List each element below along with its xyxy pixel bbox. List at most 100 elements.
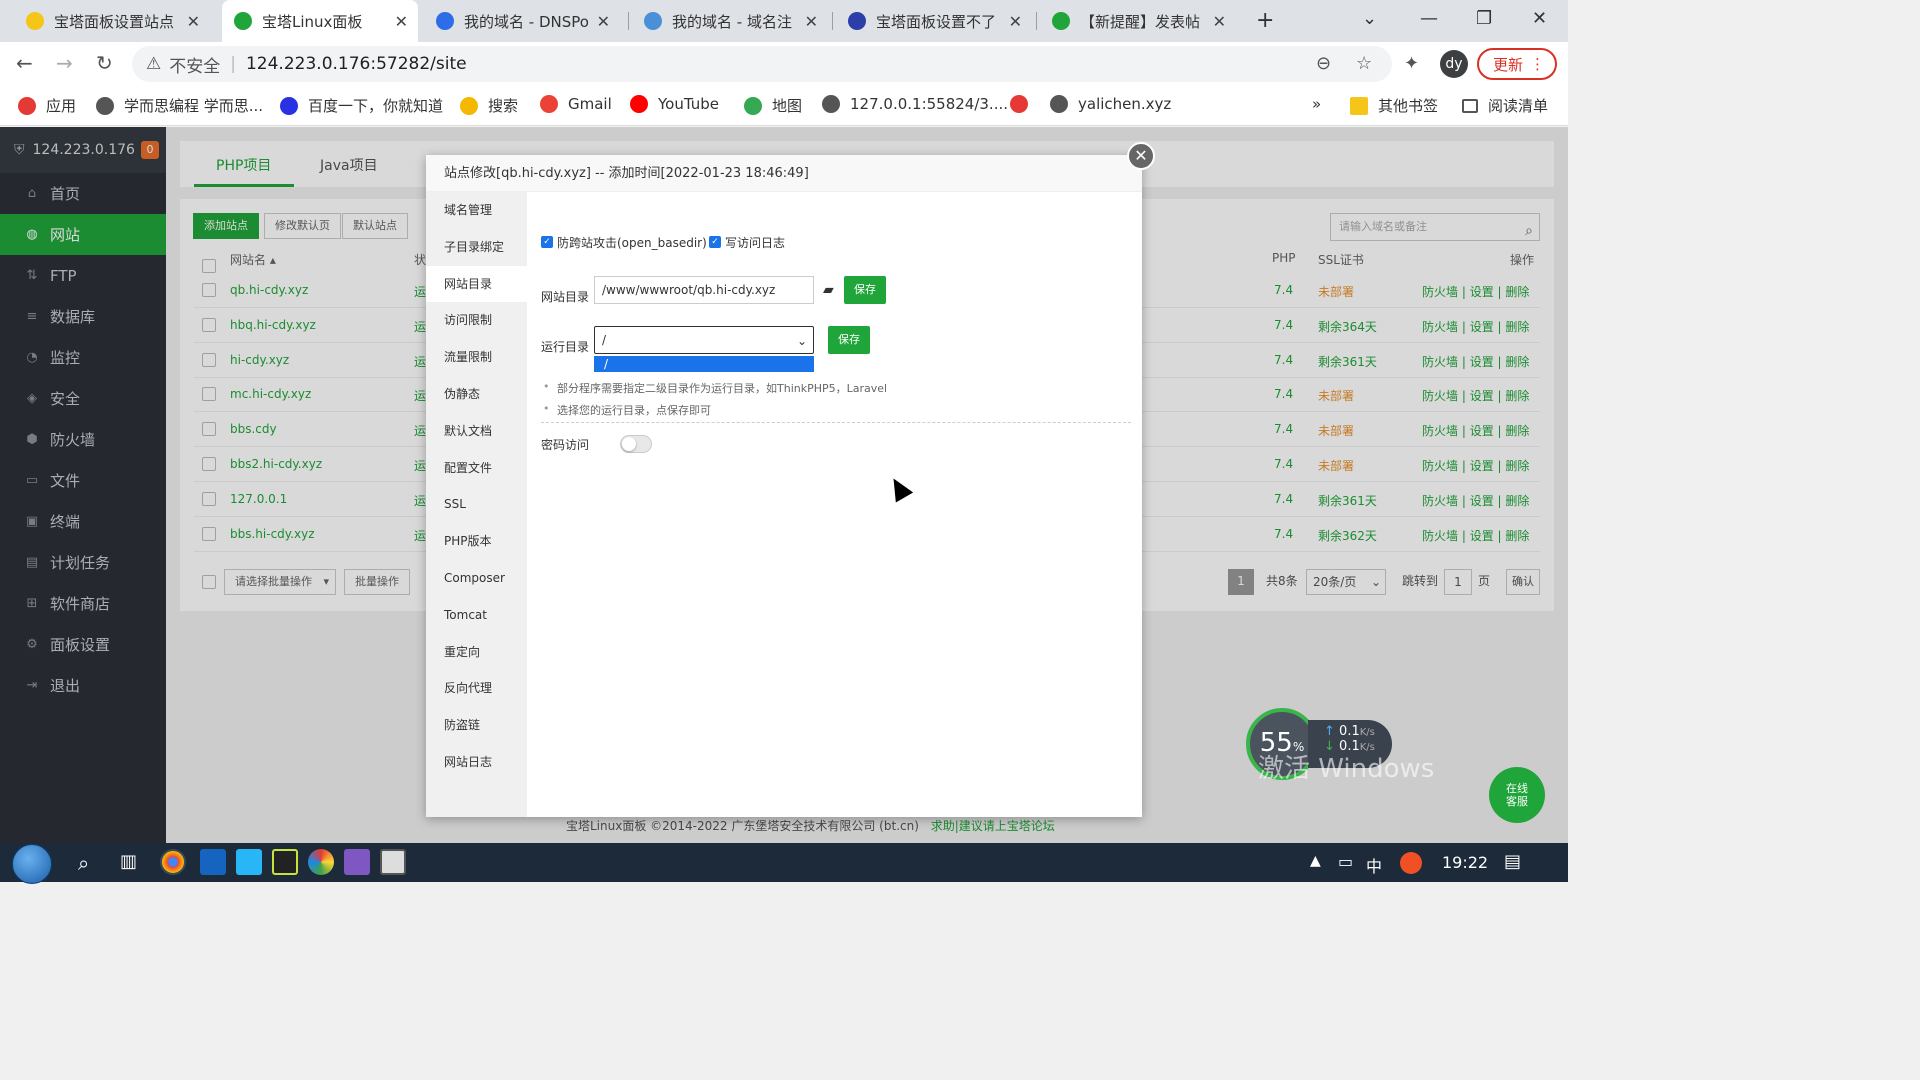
bookmark-item[interactable]: yalichen.xyz xyxy=(1050,95,1171,113)
minimize-icon[interactable]: — xyxy=(1420,8,1438,29)
anti-xss-checkbox[interactable]: ✓ xyxy=(541,236,553,248)
zoom-icon[interactable]: ⊖ xyxy=(1316,53,1331,74)
globe-icon xyxy=(822,95,840,113)
run-dir-option[interactable]: / xyxy=(594,356,814,372)
upload-speed: 0.1 xyxy=(1339,724,1360,739)
bookmark-item[interactable]: 地图 xyxy=(744,95,802,116)
app-icon-3[interactable] xyxy=(308,849,334,875)
bookmark-item[interactable]: 搜索 xyxy=(460,95,518,116)
7zip-app-icon[interactable] xyxy=(380,849,406,875)
warning-icon: ⚠ xyxy=(146,54,162,74)
app-icon-1[interactable] xyxy=(200,849,226,875)
dialog-menu-item[interactable]: 访问限制 xyxy=(426,302,527,339)
browser-tab[interactable]: 【新提醒】发表帖 ✕ xyxy=(1040,0,1236,42)
reload-icon[interactable]: ↻ xyxy=(96,51,113,75)
dialog-menu-item[interactable]: Composer xyxy=(426,560,527,597)
bookmark-label: yalichen.xyz xyxy=(1078,95,1172,113)
tab-close-icon[interactable]: ✕ xyxy=(187,12,200,31)
dialog-menu-item[interactable]: 子目录绑定 xyxy=(426,229,527,266)
globe-icon xyxy=(1050,95,1068,113)
browser-tab[interactable]: 宝塔Linux面板 ✕ xyxy=(222,0,418,42)
app-icon-2[interactable] xyxy=(236,849,262,875)
profile-avatar[interactable]: dy xyxy=(1440,50,1468,78)
dialog-body: ✓ 防跨站攻击(open_basedir) ✓ 写访问日志 网站目录 /www/… xyxy=(527,192,1142,817)
browser-tab[interactable]: 宝塔面板设置站点 ✕ xyxy=(14,0,210,42)
online-support-button[interactable]: 在线 客服 xyxy=(1489,767,1545,823)
back-icon[interactable]: ← xyxy=(16,51,33,75)
browser-tab[interactable]: 宝塔面板设置不了 ✕ xyxy=(836,0,1032,42)
bookmark-item[interactable]: Gmail xyxy=(540,95,612,113)
dialog-menu-item[interactable]: 防盗链 xyxy=(426,707,527,744)
site-dir-save-button[interactable]: 保存 xyxy=(844,276,886,304)
visual-studio-app-icon[interactable] xyxy=(344,849,370,875)
tab-search-icon[interactable]: ⌄ xyxy=(1362,8,1377,29)
activation-watermark: 激活 Windows xyxy=(1258,754,1435,784)
bookmark-item[interactable]: 百度一下，你就知道 xyxy=(280,95,443,116)
dialog-menu-item[interactable]: 配置文件 xyxy=(426,450,527,487)
folder-icon xyxy=(1350,96,1368,115)
more-menu-icon[interactable]: ⋮ xyxy=(1530,55,1545,73)
chrome-app-icon[interactable] xyxy=(160,849,186,875)
dialog-menu-item[interactable]: 默认文档 xyxy=(426,413,527,450)
site-edit-dialog: 站点修改[qb.hi-cdy.xyz] -- 添加时间[2022-01-23 1… xyxy=(426,155,1142,817)
dialog-menu-item[interactable]: SSL xyxy=(426,486,527,523)
bookmark-item[interactable]: 127.0.0.1:55824/3.... xyxy=(822,95,1008,113)
ime-indicator[interactable]: 中 xyxy=(1366,853,1382,877)
password-access-toggle[interactable] xyxy=(620,435,652,453)
site-dir-input[interactable]: /www/wwwroot/qb.hi-cdy.xyz xyxy=(594,276,814,304)
bookmark-item[interactable]: YouTube xyxy=(630,95,719,113)
access-log-checkbox[interactable]: ✓ xyxy=(709,236,721,248)
reading-list-label: 阅读清单 xyxy=(1488,97,1549,115)
bookmarks-more-button[interactable]: » xyxy=(1312,95,1321,113)
dialog-menu-item[interactable]: 反向代理 xyxy=(426,670,527,707)
dialog-menu-item[interactable]: Tomcat xyxy=(426,597,527,634)
tab-title: 我的域名 - 域名注 xyxy=(672,12,792,31)
task-view-icon[interactable]: ▥ xyxy=(120,851,137,872)
restore-icon[interactable]: ❐ xyxy=(1476,8,1492,29)
pycharm-app-icon[interactable] xyxy=(272,849,298,875)
tab-close-icon[interactable]: ✕ xyxy=(395,12,408,31)
dialog-menu-item[interactable]: PHP版本 xyxy=(426,523,527,560)
dialog-close-icon[interactable]: ✕ xyxy=(1127,142,1155,170)
update-button[interactable]: 更新 ⋮ xyxy=(1477,48,1557,80)
close-window-icon[interactable]: ✕ xyxy=(1532,8,1547,29)
upload-arrow-icon: ↑ xyxy=(1324,724,1335,739)
tab-close-icon[interactable]: ✕ xyxy=(1213,12,1226,31)
tab-close-icon[interactable]: ✕ xyxy=(597,12,610,31)
tab-close-icon[interactable]: ✕ xyxy=(1009,12,1022,31)
chat-line2: 客服 xyxy=(1506,795,1528,808)
bookmarks-bar: 应用 学而思编程 学而思... 百度一下，你就知道 搜索 Gmail YouTube 地图 1… xyxy=(0,86,1568,126)
browser-tab[interactable]: 我的域名 - DNSPo ✕ xyxy=(424,0,620,42)
other-bookmarks[interactable]: 其他书签 xyxy=(1350,95,1438,116)
run-dir-save-button[interactable]: 保存 xyxy=(828,326,870,354)
bookmark-item[interactable] xyxy=(1010,95,1038,113)
new-tab-button[interactable]: + xyxy=(1256,8,1274,33)
dialog-menu-item[interactable]: 网站日志 xyxy=(426,744,527,781)
run-dir-value: / xyxy=(602,333,607,347)
tab-title: 宝塔面板设置站点 xyxy=(54,12,175,31)
upload-speed-row: ↑ 0.1K/s xyxy=(1324,724,1392,739)
reading-list[interactable]: 阅读清单 xyxy=(1462,95,1548,116)
address-bar[interactable]: ⚠ 不安全 | 124.223.0.176:57282/site xyxy=(132,46,1392,82)
notification-center-icon[interactable]: ▤ xyxy=(1504,851,1521,872)
dialog-menu-item[interactable]: 伪静态 xyxy=(426,376,527,413)
bookmark-item[interactable]: 学而思编程 学而思... xyxy=(96,95,263,116)
tray-expand-icon[interactable]: ▲ xyxy=(1310,853,1321,869)
run-dir-select[interactable]: / ⌄ xyxy=(594,326,814,354)
extensions-icon[interactable]: ✦ xyxy=(1404,53,1419,74)
bookmark-star-icon[interactable]: ☆ xyxy=(1356,53,1372,74)
browser-tab[interactable]: 我的域名 - 域名注 ✕ xyxy=(632,0,828,42)
bookmark-item[interactable]: 应用 xyxy=(18,95,76,116)
dialog-menu-item[interactable]: 域名管理 xyxy=(426,192,527,229)
dialog-menu-item[interactable]: 网站目录 xyxy=(426,265,527,303)
sogou-ime-icon[interactable] xyxy=(1400,852,1422,874)
dialog-menu-item[interactable]: 流量限制 xyxy=(426,339,527,376)
dialog-menu-item[interactable]: 重定向 xyxy=(426,634,527,671)
tab-close-icon[interactable]: ✕ xyxy=(805,12,818,31)
network-tray-icon[interactable]: ▭ xyxy=(1338,852,1353,871)
folder-open-icon[interactable]: ▰ xyxy=(823,282,834,298)
taskbar-search-icon[interactable]: ⌕ xyxy=(78,851,89,875)
forward-icon[interactable]: → xyxy=(56,51,73,75)
start-button[interactable] xyxy=(12,844,52,884)
clock[interactable]: 19:22 xyxy=(1442,853,1488,872)
